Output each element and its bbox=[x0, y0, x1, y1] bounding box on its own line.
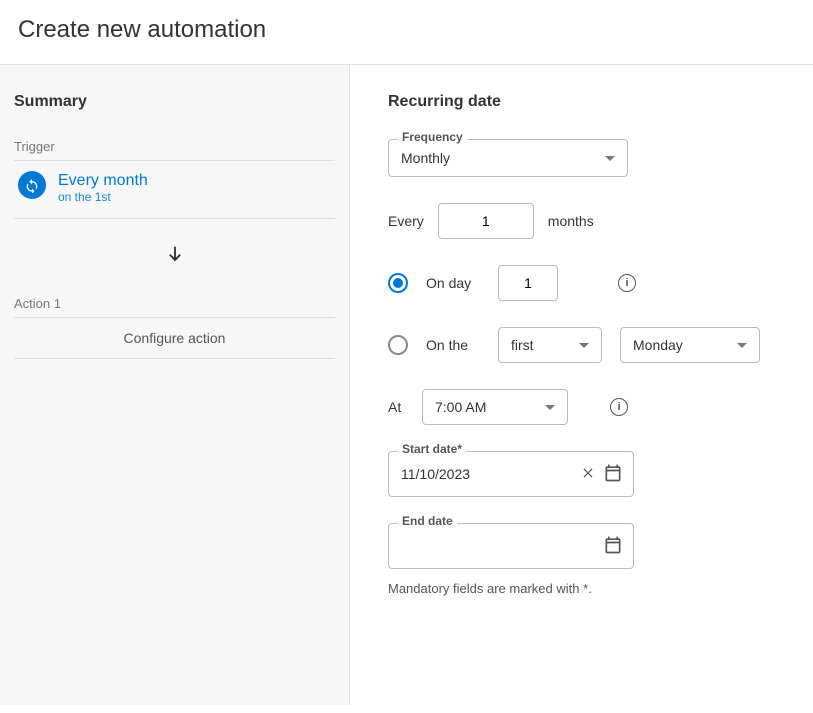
calendar-icon[interactable] bbox=[603, 463, 623, 486]
end-date-label: End date bbox=[398, 514, 457, 528]
weekday-value: Monday bbox=[633, 337, 683, 353]
clear-icon[interactable] bbox=[581, 466, 595, 483]
form-title: Recurring date bbox=[388, 93, 775, 111]
trigger-subtitle: on the 1st bbox=[58, 190, 148, 204]
chevron-down-icon bbox=[605, 156, 615, 161]
every-label: Every bbox=[388, 213, 424, 229]
every-input[interactable] bbox=[438, 203, 534, 239]
at-row: At 7:00 AM i bbox=[388, 389, 775, 425]
flow-arrow-icon bbox=[14, 219, 335, 296]
frequency-value: Monthly bbox=[401, 150, 450, 166]
at-label: At bbox=[388, 399, 408, 415]
form-panel: Recurring date Frequency Monthly Every m… bbox=[350, 65, 813, 705]
trigger-text: Every month on the 1st bbox=[58, 171, 148, 204]
time-select[interactable]: 7:00 AM bbox=[422, 389, 568, 425]
weekday-select[interactable]: Monday bbox=[620, 327, 760, 363]
chevron-down-icon bbox=[579, 343, 589, 348]
frequency-select[interactable]: Monthly bbox=[388, 139, 628, 177]
configure-action-row[interactable]: Configure action bbox=[14, 318, 335, 359]
end-date-input[interactable] bbox=[388, 523, 634, 569]
trigger-title: Every month bbox=[58, 171, 148, 190]
on-day-radio[interactable] bbox=[388, 273, 408, 293]
start-date-value: 11/10/2023 bbox=[401, 466, 573, 482]
every-row: Every months bbox=[388, 203, 775, 239]
mandatory-hint: Mandatory fields are marked with *. bbox=[388, 581, 775, 596]
chevron-down-icon bbox=[545, 405, 555, 410]
main-layout: Summary Trigger Every month on the 1st A… bbox=[0, 65, 813, 705]
summary-title: Summary bbox=[14, 93, 335, 111]
frequency-field: Frequency Monthly bbox=[388, 139, 628, 177]
summary-panel: Summary Trigger Every month on the 1st A… bbox=[0, 65, 350, 705]
action-section-label: Action 1 bbox=[14, 296, 335, 318]
ordinal-value: first bbox=[511, 337, 534, 353]
recurring-icon bbox=[18, 171, 46, 199]
start-date-field: Start date* 11/10/2023 bbox=[388, 451, 634, 497]
page-header: Create new automation bbox=[0, 0, 813, 65]
info-icon[interactable]: i bbox=[618, 274, 636, 292]
calendar-icon[interactable] bbox=[603, 535, 623, 558]
every-unit: months bbox=[548, 213, 594, 229]
start-date-input[interactable]: 11/10/2023 bbox=[388, 451, 634, 497]
start-date-label: Start date* bbox=[398, 442, 466, 456]
on-day-input[interactable] bbox=[498, 265, 558, 301]
frequency-label: Frequency bbox=[398, 130, 467, 144]
end-date-field: End date bbox=[388, 523, 634, 569]
trigger-section-label: Trigger bbox=[14, 139, 335, 161]
on-day-row: On day i bbox=[388, 265, 775, 301]
on-the-radio[interactable] bbox=[388, 335, 408, 355]
trigger-item[interactable]: Every month on the 1st bbox=[14, 161, 335, 219]
info-icon[interactable]: i bbox=[610, 398, 628, 416]
ordinal-select[interactable]: first bbox=[498, 327, 602, 363]
time-value: 7:00 AM bbox=[435, 399, 486, 415]
on-the-row: On the first Monday bbox=[388, 327, 775, 363]
chevron-down-icon bbox=[737, 343, 747, 348]
on-the-label: On the bbox=[426, 337, 480, 353]
page-title: Create new automation bbox=[18, 16, 795, 44]
on-day-label: On day bbox=[426, 275, 480, 291]
